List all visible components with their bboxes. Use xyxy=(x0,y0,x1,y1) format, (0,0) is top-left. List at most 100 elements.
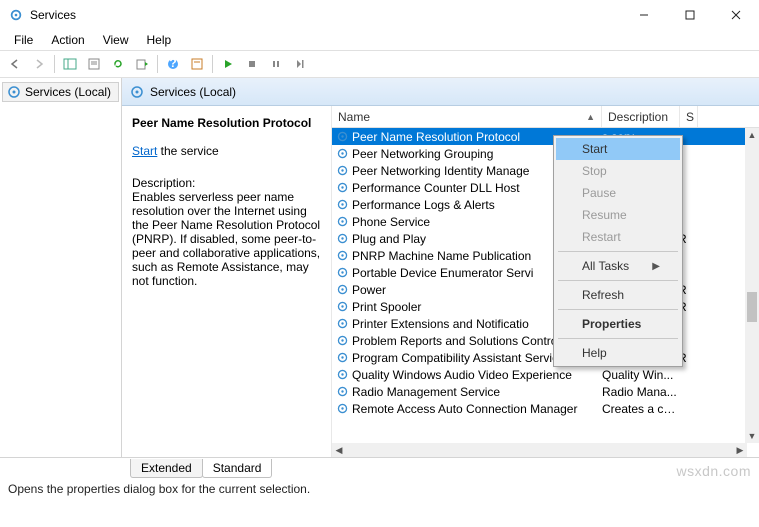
table-row[interactable]: Program Compatibility Assistant ServiceT… xyxy=(332,349,759,366)
table-row[interactable]: Peer Networking Groupings mul... xyxy=(332,145,759,162)
status-text: Opens the properties dialog box for the … xyxy=(8,482,310,496)
context-properties[interactable]: Properties xyxy=(556,313,680,335)
submenu-arrow-icon: ▶ xyxy=(652,261,660,272)
watermark: wsxdn.com xyxy=(676,463,751,479)
close-button[interactable] xyxy=(713,0,759,30)
list-rows[interactable]: Peer Name Resolution Protocols serv...Pe… xyxy=(332,128,759,443)
pane-title: Services (Local) xyxy=(150,85,236,99)
table-row[interactable]: Printer Extensions and Notificatiovice .… xyxy=(332,315,759,332)
service-icon xyxy=(334,147,350,160)
service-icon xyxy=(334,215,350,228)
scroll-up-icon[interactable]: ▲ xyxy=(745,128,759,142)
menubar: File Action View Help xyxy=(0,30,759,50)
stop-service-button[interactable] xyxy=(241,53,263,75)
menu-help[interactable]: Help xyxy=(139,31,180,49)
horizontal-scrollbar[interactable]: ◀ ▶ xyxy=(332,443,747,457)
column-header-name[interactable]: Name ▲ xyxy=(332,106,602,127)
table-row[interactable]: Plug and Plays a c...R xyxy=(332,230,759,247)
context-menu: Start Stop Pause Resume Restart All Task… xyxy=(553,135,683,367)
services-icon xyxy=(130,85,144,99)
table-row[interactable]: Peer Name Resolution Protocols serv... xyxy=(332,128,759,145)
toolbar: ? xyxy=(0,50,759,78)
context-separator xyxy=(558,280,678,281)
help-button[interactable]: ? xyxy=(162,53,184,75)
separator xyxy=(157,55,158,73)
table-row[interactable]: PNRP Machine Name Publicationvice ... xyxy=(332,247,759,264)
context-resume: Resume xyxy=(556,204,680,226)
maximize-button[interactable] xyxy=(667,0,713,30)
scroll-track[interactable] xyxy=(346,443,733,457)
service-icon xyxy=(334,232,350,245)
table-row[interactable]: Portable Device Enumerator Servies gr... xyxy=(332,264,759,281)
table-row[interactable]: Poweres p...R xyxy=(332,281,759,298)
pause-service-button[interactable] xyxy=(265,53,287,75)
table-row[interactable]: Quality Windows Audio Video ExperienceQu… xyxy=(332,366,759,383)
context-start[interactable]: Start xyxy=(556,138,680,160)
show-hide-tree-button[interactable] xyxy=(59,53,81,75)
context-restart: Restart xyxy=(556,226,680,248)
start-link[interactable]: Start xyxy=(132,144,157,158)
start-suffix: the service xyxy=(157,144,218,158)
service-name: Quality Windows Audio Video Experience xyxy=(350,368,602,382)
tree-node-services-local[interactable]: Services (Local) xyxy=(2,82,119,102)
service-icon xyxy=(334,283,350,296)
minimize-button[interactable] xyxy=(621,0,667,30)
detail-column: Peer Name Resolution Protocol Start the … xyxy=(122,106,332,457)
service-icon xyxy=(334,164,350,177)
context-refresh[interactable]: Refresh xyxy=(556,284,680,306)
back-button[interactable] xyxy=(4,53,26,75)
vertical-scrollbar[interactable]: ▲ ▼ xyxy=(745,128,759,443)
service-description: Quality Win... xyxy=(602,368,678,382)
tab-extended[interactable]: Extended xyxy=(130,459,203,478)
context-all-tasks[interactable]: All Tasks▶ xyxy=(556,255,680,277)
scroll-down-icon[interactable]: ▼ xyxy=(745,429,759,443)
status-bar: Opens the properties dialog box for the … xyxy=(0,478,759,500)
menu-action[interactable]: Action xyxy=(43,31,92,49)
view-tabs: Extended Standard xyxy=(0,458,759,478)
scroll-left-icon[interactable]: ◀ xyxy=(332,443,346,457)
column-label: Name xyxy=(338,110,370,124)
selected-service-name: Peer Name Resolution Protocol xyxy=(132,116,323,130)
separator xyxy=(54,55,55,73)
sort-ascending-icon: ▲ xyxy=(586,112,595,122)
column-header-status[interactable]: S xyxy=(680,106,698,127)
column-header-description[interactable]: Description xyxy=(602,106,680,127)
table-row[interactable]: Performance Logs & Alertsmance... xyxy=(332,196,759,213)
properties-button[interactable] xyxy=(83,53,105,75)
window-buttons xyxy=(621,0,759,30)
context-separator xyxy=(558,251,678,252)
tree-node-label: Services (Local) xyxy=(25,85,111,99)
export-button[interactable] xyxy=(131,53,153,75)
list-header: Name ▲ Description S xyxy=(332,106,759,128)
tab-standard[interactable]: Standard xyxy=(202,459,273,478)
left-pane: Services (Local) xyxy=(0,78,122,457)
context-help[interactable]: Help xyxy=(556,342,680,364)
start-service-button[interactable] xyxy=(217,53,239,75)
table-row[interactable]: Peer Networking Identity Managees ide... xyxy=(332,162,759,179)
service-icon xyxy=(334,334,350,347)
service-icon xyxy=(334,249,350,262)
refresh-button[interactable] xyxy=(107,53,129,75)
action-button[interactable] xyxy=(186,53,208,75)
services-icon xyxy=(8,7,24,23)
table-row[interactable]: Problem Reports and Solutions Control Pa… xyxy=(332,332,759,349)
pane-header: Services (Local) xyxy=(122,78,759,106)
table-row[interactable]: Print Spoolervice ...R xyxy=(332,298,759,315)
service-description: Creates a co... xyxy=(602,402,678,416)
service-icon xyxy=(334,266,350,279)
service-icon xyxy=(334,402,350,415)
service-icon xyxy=(334,368,350,381)
menu-file[interactable]: File xyxy=(6,31,41,49)
table-row[interactable]: Radio Management ServiceRadio Mana... xyxy=(332,383,759,400)
service-icon xyxy=(334,181,350,194)
scroll-thumb[interactable] xyxy=(747,292,757,322)
restart-service-button[interactable] xyxy=(289,53,311,75)
list-column: Name ▲ Description S Peer Name Resolutio… xyxy=(332,106,759,457)
menu-view[interactable]: View xyxy=(95,31,137,49)
forward-button[interactable] xyxy=(28,53,50,75)
scroll-right-icon[interactable]: ▶ xyxy=(733,443,747,457)
table-row[interactable]: Performance Counter DLL Hosts rem... xyxy=(332,179,759,196)
separator xyxy=(212,55,213,73)
table-row[interactable]: Remote Access Auto Connection ManagerCre… xyxy=(332,400,759,417)
table-row[interactable]: Phone Servicees th... xyxy=(332,213,759,230)
